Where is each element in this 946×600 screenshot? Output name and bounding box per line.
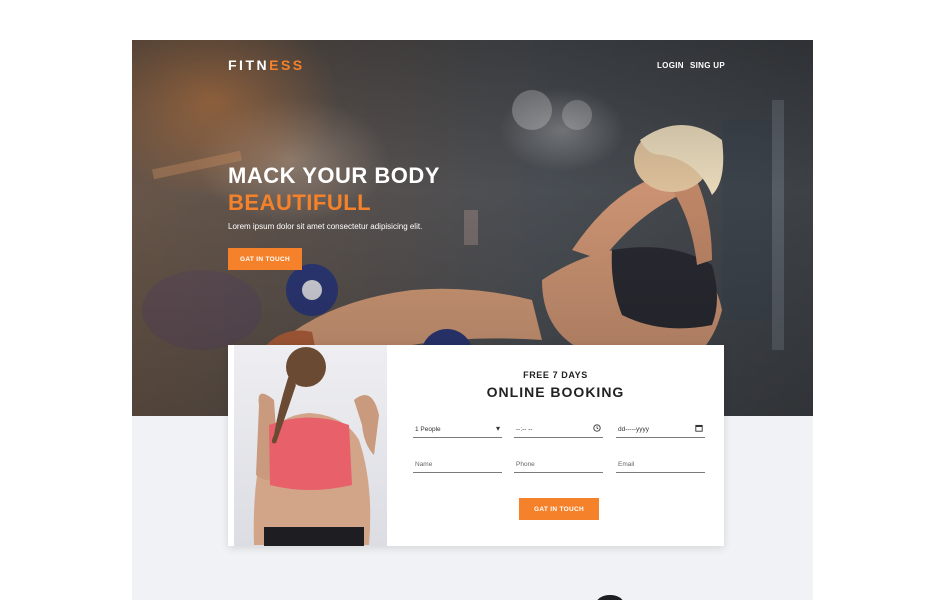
phone-field-placeholder: Phone xyxy=(516,461,535,468)
calendar-icon xyxy=(695,424,703,434)
booking-title: ONLINE BOOKING xyxy=(486,384,625,400)
booking-subtitle: FREE 7 DAYS xyxy=(523,370,588,380)
booking-photo xyxy=(234,345,387,546)
brand-logo-text: FITN xyxy=(228,57,270,73)
email-field-placeholder: Email xyxy=(618,461,635,468)
brand-logo-accent: ESS xyxy=(269,57,305,73)
landing-page: FITNESS LOGIN SING UP MACK YOUR BODY BEA… xyxy=(132,40,813,600)
brand-logo[interactable]: FITNESS xyxy=(228,57,305,73)
booking-card: FREE 7 DAYS ONLINE BOOKING 1 People ▾ --… xyxy=(228,345,724,546)
date-input[interactable]: dd-----yyyy xyxy=(616,423,705,438)
date-input-value: dd-----yyyy xyxy=(618,426,650,433)
phone-field[interactable]: Phone xyxy=(514,458,603,473)
name-field[interactable]: Name xyxy=(413,458,502,473)
hero-headline: MACK YOUR BODY xyxy=(228,163,440,188)
hero-lead-text: Lorem ipsum dolor sit amet consectetur a… xyxy=(228,222,423,231)
time-input-value: --:-- -- xyxy=(516,426,533,433)
email-field[interactable]: Email xyxy=(616,458,705,473)
people-select-value: 1 People xyxy=(415,426,441,433)
booking-get-in-touch-button[interactable]: GAT IN TOUCH xyxy=(519,498,599,520)
login-link[interactable]: LOGIN xyxy=(657,61,684,70)
signup-link[interactable]: SING UP xyxy=(690,61,725,70)
clock-icon xyxy=(593,424,601,434)
hero-get-in-touch-button[interactable]: GAT IN TOUCH xyxy=(228,248,302,270)
woman-back-image xyxy=(253,347,379,546)
people-select[interactable]: 1 People ▾ xyxy=(413,423,502,438)
chevron-down-icon: ▾ xyxy=(495,424,500,433)
time-input[interactable]: --:-- -- xyxy=(514,423,603,438)
hero-headline-accent: BEAUTIFULL xyxy=(228,190,372,215)
next-section-image xyxy=(597,595,623,600)
name-field-placeholder: Name xyxy=(415,461,433,468)
